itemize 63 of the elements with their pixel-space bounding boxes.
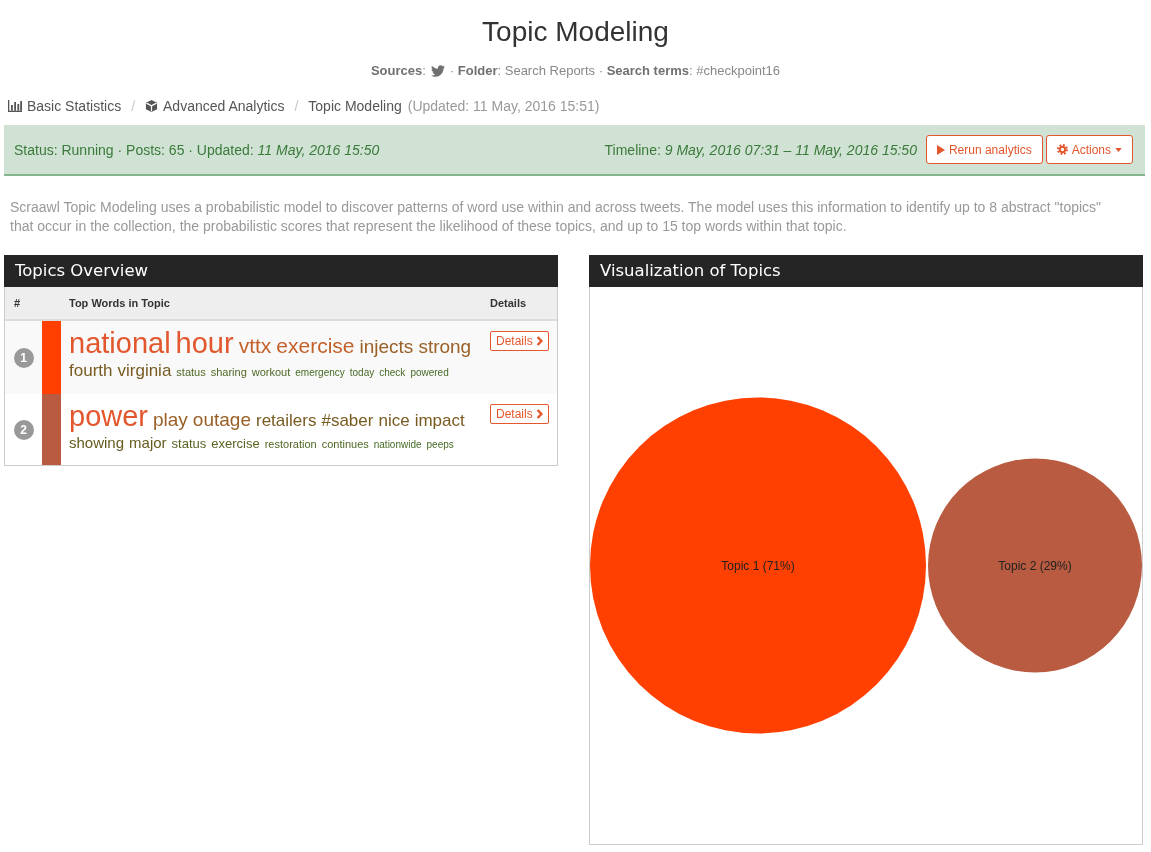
topic-word: status [176,365,206,379]
topic-word: status [171,436,207,452]
topic-word: play [153,409,188,432]
bar-chart-icon [8,100,22,112]
topic-word: strong [418,336,472,359]
topic-word: national [69,326,171,361]
topic-word: check [379,366,406,379]
bubble-label: Topic 2 (29%) [998,558,1072,573]
updated-note: (Updated: 11 May, 2016 15:51) [407,98,600,114]
breadcrumb-current: Topic Modeling [308,98,402,114]
details-button[interactable]: Details [490,404,549,425]
topic-word: today [349,366,375,379]
chevron-right-icon [535,409,543,420]
column-header: Top Words in Topic [68,297,171,309]
topic-word: powered [410,366,449,379]
topic-word: major [129,434,167,452]
search-info: · Folder: Search Reports · Search terms: #checkpoint16 [449,62,781,80]
bird-icon [430,65,445,77]
gear-icon [1056,144,1068,155]
panel-header: Visualization of Topics [589,255,1143,287]
topic-word: sharing [210,365,247,379]
description-text: Scraawl Topic Modeling uses a probabilistic model to discover patterns of word use within and across tweets. The model uses this information to identify up to 8 abstract "topics" that occur in the collection, the probabilistic scores that represent the likelihood of these topics, and up to 15 top words within that topic. [10,198,1103,236]
caret-down-icon [1115,147,1122,152]
timeline-text: Timeline: 9 May, 2016 07:31 – 11 May, 2016 15:50 [604,141,917,158]
bubble-label: Topic 1 (71%) [721,558,795,573]
topic-word: retailers [256,411,317,432]
breadcrumb-separator: / [293,98,300,114]
rerun-analytics-button[interactable]: Rerun analytics [925,135,1043,164]
topic-word: vttx [238,333,272,359]
cube-icon [145,99,159,113]
topic-word: workout [251,365,291,379]
column-header: # [13,297,22,309]
topic-word: nationwide [373,439,422,451]
topic-word: nice [378,411,410,432]
topic-word: impact [414,411,465,432]
chevron-right-icon [535,336,543,346]
breadcrumb-link[interactable]: Basic Statistics [8,98,122,114]
topic-word: restoration [264,438,317,452]
topic-word: outage [192,409,251,432]
topic-word: exercise [211,436,260,452]
topic-word: continues [321,438,369,452]
topic-word: virginia [117,360,172,382]
column-header: Details [489,297,528,309]
topic-word: hour [175,326,234,361]
topic-word: exercise [276,333,355,359]
topic-word: showing [69,434,125,452]
topic-number: 2 [13,419,34,440]
topic-word: #saber [321,411,374,432]
breadcrumb-link[interactable]: Advanced Analytics [145,98,285,114]
sources-label: Sources: [370,62,426,80]
details-button[interactable]: Details [490,331,549,351]
topic-number: 1 [13,347,34,368]
page-title: Topic Modeling [481,15,670,49]
topic-word: peeps [426,439,454,451]
topic-word: fourth [69,360,113,382]
breadcrumb-separator: / [130,98,137,114]
actions-button[interactable]: Actions [1045,135,1133,164]
status-text: Status: Running · Posts: 65 · Updated: 11 May, 2016 15:50 [14,141,381,158]
topic-word: injects [359,336,414,359]
topic-word: power [69,399,148,434]
panel-header: Topics Overview [4,255,558,287]
play-icon [936,144,945,155]
topic-word: emergency [295,366,345,379]
